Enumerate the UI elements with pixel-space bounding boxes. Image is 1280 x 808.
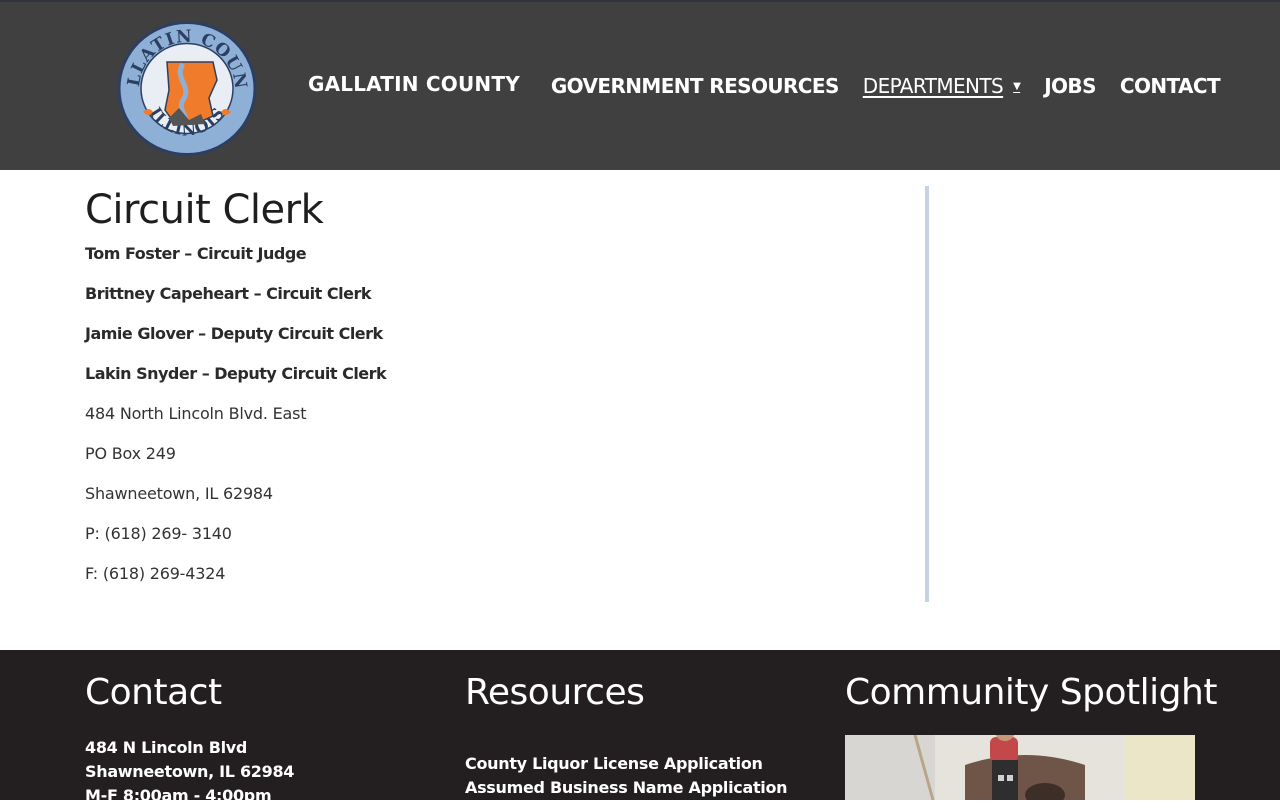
- phone-line[interactable]: P: (618) 269- 3140: [85, 524, 905, 544]
- sidebar-divider: [925, 186, 929, 602]
- staff-entry: Tom Foster – Circuit Judge: [85, 244, 307, 263]
- staff-entry: Brittney Capeheart – Circuit Clerk: [85, 284, 371, 303]
- footer-spotlight-heading: Community Spotlight: [845, 672, 1217, 713]
- nav-label: GOVERNMENT RESOURCES: [550, 74, 840, 98]
- address-line: Shawneetown, IL 62984: [85, 484, 273, 503]
- caret-down-icon: ▼: [1013, 80, 1021, 92]
- nav-departments[interactable]: DEPARTMENTS ▼: [862, 74, 1021, 98]
- resource-link[interactable]: County Liquor License Application: [465, 752, 787, 776]
- footer-resources: Resources County Liquor License Applicat…: [465, 672, 788, 800]
- nav-contact[interactable]: CONTACT: [1119, 74, 1221, 98]
- site-title[interactable]: GALLATIN COUNTY: [308, 72, 520, 96]
- nav-government-resources[interactable]: GOVERNMENT RESOURCES: [550, 74, 840, 98]
- address-line: PO Box 249: [85, 444, 176, 463]
- footer-hours: M-F 8:00am - 4:00pm: [85, 786, 272, 805]
- site-header: GALLATIN COUNTY ILLINOIS GALLATIN COUNTY…: [0, 0, 1280, 170]
- nav-jobs[interactable]: JOBS: [1044, 74, 1096, 98]
- main-content: Circuit Clerk Tom Foster – Circuit Judge…: [85, 186, 905, 604]
- county-seal-logo[interactable]: GALLATIN COUNTY ILLINOIS: [109, 5, 257, 157]
- staff-entry: Lakin Snyder – Deputy Circuit Clerk: [85, 364, 387, 383]
- footer-address-line: 484 N Lincoln Blvd: [85, 738, 248, 757]
- nav-label: DEPARTMENTS: [862, 74, 1004, 98]
- nav-label: JOBS: [1044, 74, 1096, 98]
- footer-address-line: Shawneetown, IL 62984: [85, 762, 295, 781]
- community-spotlight-photo[interactable]: [845, 735, 1195, 800]
- nav-label: CONTACT: [1119, 74, 1221, 98]
- footer-resources-heading: Resources: [465, 672, 645, 713]
- footer-contact-heading: Contact: [85, 672, 222, 713]
- page-title: Circuit Clerk: [85, 187, 324, 233]
- footer-spotlight: Community Spotlight: [845, 672, 1217, 714]
- staff-entry: Jamie Glover – Deputy Circuit Clerk: [85, 324, 383, 343]
- fax-line: F: (618) 269-4324: [85, 564, 226, 583]
- footer-contact: Contact 484 N Lincoln Blvd Shawneetown, …: [85, 672, 294, 808]
- address-line: 484 North Lincoln Blvd. East: [85, 404, 307, 423]
- resource-link[interactable]: Assumed Business Name Application: [465, 776, 788, 800]
- main-nav: GOVERNMENT RESOURCES DEPARTMENTS ▼ JOBS …: [527, 74, 1221, 98]
